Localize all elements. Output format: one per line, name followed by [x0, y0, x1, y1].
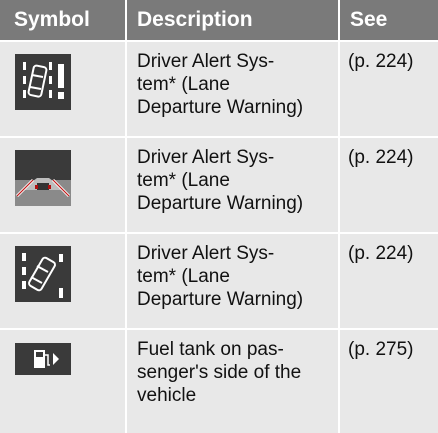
- header-symbol: Symbol: [0, 0, 125, 40]
- table-row: Driver Alert Sys- tem* (Lane Departure W…: [0, 138, 438, 232]
- page-reference: (p. 224): [340, 138, 438, 232]
- description-cell: Driver Alert Sys- tem* (Lane Departure W…: [127, 138, 338, 232]
- lane-departure-road-view-icon: [15, 150, 71, 206]
- symbol-cell: [0, 138, 125, 232]
- header-description: Description: [127, 0, 338, 40]
- table-row: Fuel tank on pas- senger's side of the v…: [0, 330, 438, 433]
- lane-departure-warning-car-icon: [15, 54, 71, 110]
- table-row: Driver Alert Sys- tem* (Lane Departure W…: [0, 234, 438, 328]
- symbol-cell: [0, 330, 125, 433]
- page-reference: (p. 275): [340, 330, 438, 433]
- table-header-row: Symbol Description See: [0, 0, 438, 40]
- description-cell: Fuel tank on pas- senger's side of the v…: [127, 330, 338, 433]
- symbol-cell: [0, 42, 125, 136]
- page-reference: (p. 224): [340, 234, 438, 328]
- lane-departure-car-crossing-icon: [15, 246, 71, 302]
- fuel-tank-side-icon: [15, 343, 71, 375]
- table-row: Driver Alert Sys- tem* (Lane Departure W…: [0, 42, 438, 136]
- page-reference: (p. 224): [340, 42, 438, 136]
- header-see: See: [340, 0, 438, 40]
- description-cell: Driver Alert Sys- tem* (Lane Departure W…: [127, 234, 338, 328]
- description-cell: Driver Alert Sys- tem* (Lane Departure W…: [127, 42, 338, 136]
- symbol-cell: [0, 234, 125, 328]
